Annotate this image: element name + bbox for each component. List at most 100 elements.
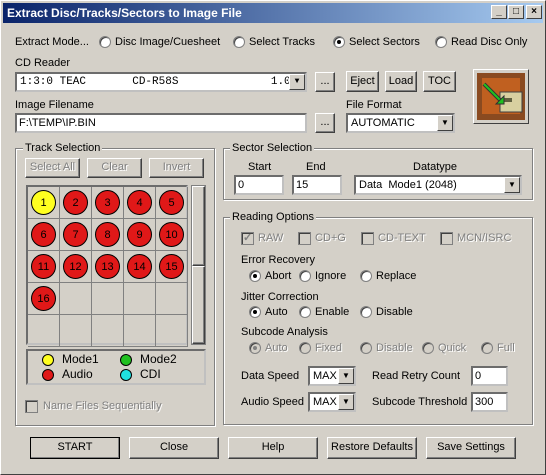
track-grid[interactable]: 1 2 3 4 5 6 7 8 9 10 11 12 13 14 15 16 <box>26 185 188 347</box>
subcode-disable-label[interactable]: Disable <box>376 342 413 354</box>
toc-button[interactable]: TOC <box>423 71 456 92</box>
restore-defaults-button[interactable]: Restore Defaults <box>327 437 417 459</box>
track-cell[interactable]: 10 <box>156 219 188 251</box>
scroll-thumb[interactable] <box>192 186 205 266</box>
subcode-fixed-radio[interactable] <box>299 342 311 354</box>
extract-logo-icon[interactable] <box>473 69 529 124</box>
track-cell[interactable] <box>92 315 124 347</box>
track-cell[interactable]: 3 <box>92 187 124 219</box>
end-sector-field[interactable]: 15 <box>292 175 342 195</box>
start-sector-field[interactable]: 0 <box>234 175 284 195</box>
jitter-enable-label[interactable]: Enable <box>315 306 349 318</box>
mode-select-tracks-label[interactable]: Select Tracks <box>249 36 315 48</box>
track-cell[interactable]: 16 <box>28 283 60 315</box>
help-button[interactable]: Help <box>228 437 318 459</box>
track-cell[interactable] <box>60 315 92 347</box>
error-abort-label[interactable]: Abort <box>265 270 291 282</box>
track-2-button[interactable]: 2 <box>63 190 88 215</box>
track-cell[interactable] <box>124 283 156 315</box>
eject-button[interactable]: Eject <box>346 71 379 92</box>
track-5-button[interactable]: 5 <box>159 190 184 215</box>
track-cell[interactable] <box>156 315 188 347</box>
cd-reader-select[interactable]: 1:3:0 TEAC CD-R58S 1.0P ▼ <box>15 72 307 92</box>
track-cell[interactable]: 12 <box>60 251 92 283</box>
subcode-auto-radio[interactable] <box>249 342 261 354</box>
track-14-button[interactable]: 14 <box>127 254 152 279</box>
track-16-button[interactable]: 16 <box>31 286 56 311</box>
save-settings-button[interactable]: Save Settings <box>426 437 516 459</box>
file-format-select[interactable]: AUTOMATIC ▼ <box>346 113 455 133</box>
track-13-button[interactable]: 13 <box>95 254 120 279</box>
mode-disc-image-label[interactable]: Disc Image/Cuesheet <box>115 36 220 48</box>
track-cell[interactable]: 1 <box>28 187 60 219</box>
raw-checkbox[interactable] <box>241 231 254 245</box>
clear-button[interactable]: Clear <box>87 158 142 178</box>
track-cell[interactable]: 5 <box>156 187 188 219</box>
error-replace-radio[interactable] <box>360 270 372 282</box>
name-files-label[interactable]: Name Files Sequentially <box>43 400 162 412</box>
minimize-button[interactable]: _ <box>491 5 507 19</box>
track-cell[interactable] <box>60 283 92 315</box>
invert-button[interactable]: Invert <box>149 158 204 178</box>
track-cell[interactable] <box>28 315 60 347</box>
error-abort-radio[interactable] <box>249 270 261 282</box>
subcode-disable-radio[interactable] <box>360 342 372 354</box>
track-1-button[interactable]: 1 <box>31 190 56 215</box>
image-browse-button[interactable]: ... <box>315 113 335 133</box>
track-cell[interactable]: 15 <box>156 251 188 283</box>
track-10-button[interactable]: 10 <box>159 222 184 247</box>
track-8-button[interactable]: 8 <box>95 222 120 247</box>
track-cell[interactable] <box>92 283 124 315</box>
close-button[interactable]: Close <box>129 437 219 459</box>
track-cell[interactable]: 11 <box>28 251 60 283</box>
close-window-button[interactable]: × <box>526 5 542 19</box>
cdtext-label[interactable]: CD-TEXT <box>378 232 426 244</box>
error-ignore-radio[interactable] <box>299 270 311 282</box>
track-4-button[interactable]: 4 <box>127 190 152 215</box>
mode-select-sectors-radio[interactable] <box>333 36 345 48</box>
subcode-quick-label[interactable]: Quick <box>438 342 466 354</box>
jitter-auto-label[interactable]: Auto <box>265 306 288 318</box>
mode-select-tracks-radio[interactable] <box>233 36 245 48</box>
subcode-full-label[interactable]: Full <box>497 342 515 354</box>
track-cell[interactable]: 7 <box>60 219 92 251</box>
maximize-button[interactable]: □ <box>508 5 524 19</box>
mode-read-disc-label[interactable]: Read Disc Only <box>451 36 527 48</box>
track-cell[interactable] <box>124 315 156 347</box>
jitter-disable-label[interactable]: Disable <box>376 306 413 318</box>
track-cell[interactable]: 4 <box>124 187 156 219</box>
track-11-button[interactable]: 11 <box>31 254 56 279</box>
subcode-quick-radio[interactable] <box>422 342 434 354</box>
track-cell[interactable]: 14 <box>124 251 156 283</box>
data-speed-select[interactable]: MAX ▼ <box>308 366 356 386</box>
track-cell[interactable]: 6 <box>28 219 60 251</box>
error-ignore-label[interactable]: Ignore <box>315 270 346 282</box>
subcode-threshold-field[interactable]: 300 <box>471 392 508 412</box>
jitter-disable-radio[interactable] <box>360 306 372 318</box>
mcn-isrc-checkbox[interactable] <box>440 232 453 245</box>
subcode-fixed-label[interactable]: Fixed <box>315 342 342 354</box>
mode-select-sectors-label[interactable]: Select Sectors <box>349 36 420 48</box>
subcode-auto-label[interactable]: Auto <box>265 342 288 354</box>
track-3-button[interactable]: 3 <box>95 190 120 215</box>
track-cell[interactable]: 9 <box>124 219 156 251</box>
jitter-auto-radio[interactable] <box>249 306 261 318</box>
mode-disc-image-radio[interactable] <box>99 36 111 48</box>
track-cell[interactable] <box>156 283 188 315</box>
track-7-button[interactable]: 7 <box>63 222 88 247</box>
mcn-isrc-label[interactable]: MCN/ISRC <box>457 232 511 244</box>
track-12-button[interactable]: 12 <box>63 254 88 279</box>
cdg-checkbox[interactable] <box>298 232 311 245</box>
audio-speed-select[interactable]: MAX ▼ <box>308 392 356 412</box>
subcode-full-radio[interactable] <box>481 342 493 354</box>
scroll-thumb-lower[interactable] <box>192 266 205 344</box>
image-filename-field[interactable]: F:\TEMP\IP.BIN <box>15 113 307 133</box>
load-button[interactable]: Load <box>385 71 417 92</box>
name-files-checkbox[interactable] <box>25 400 38 413</box>
track-9-button[interactable]: 9 <box>127 222 152 247</box>
select-all-button[interactable]: Select All <box>25 158 80 178</box>
retry-count-field[interactable]: 0 <box>471 366 508 386</box>
raw-label[interactable]: RAW <box>258 232 283 244</box>
cdg-label[interactable]: CD+G <box>315 232 346 244</box>
cd-reader-browse-button[interactable]: ... <box>315 72 335 92</box>
